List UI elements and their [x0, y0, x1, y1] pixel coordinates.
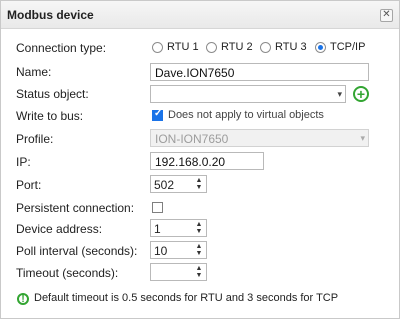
profile-row: Profile: ION-ION7650 ▾ [1, 128, 399, 150]
timeout-spinbox[interactable]: ▲ ▼ [150, 263, 207, 281]
radio-rtu3-label[interactable]: RTU 3 [275, 41, 307, 53]
dialog-title: Modbus device [7, 8, 94, 22]
device-address-value: 1 [154, 222, 161, 236]
poll-interval-spinbox[interactable]: 10 ▲ ▼ [150, 241, 207, 259]
timeout-info-text: Default timeout is 0.5 seconds for RTU a… [34, 292, 339, 304]
poll-interval-value: 10 [154, 244, 168, 258]
add-icon[interactable]: + [353, 86, 369, 102]
ip-input[interactable]: 192.168.0.20 [150, 152, 264, 170]
timeout-decrement-icon[interactable]: ▼ [193, 272, 205, 279]
radio-rtu2-label[interactable]: RTU 2 [221, 41, 253, 53]
name-row: Name: Dave.ION7650 [1, 61, 399, 83]
radio-rtu1-label[interactable]: RTU 1 [167, 41, 199, 53]
chevron-down-icon: ▾ [360, 133, 365, 143]
status-object-row: Status object: ▾ [1, 83, 399, 105]
device-address-increment-icon[interactable]: ▲ [193, 221, 205, 228]
device-address-spinbox[interactable]: 1 ▲ ▼ [150, 219, 207, 237]
radio-rtu2[interactable] [206, 42, 217, 53]
connection-type-row: Connection type: RTU 1 RTU 2 RTU 3 TCP/I… [1, 37, 399, 59]
info-icon: ! [17, 293, 29, 305]
port-decrement-icon[interactable]: ▼ [193, 184, 205, 191]
profile-label: Profile: [16, 132, 54, 146]
port-row: Port: 502 ▲ ▼ [1, 174, 399, 196]
status-object-select[interactable]: ▾ [150, 85, 346, 103]
ip-label: IP: [16, 155, 31, 169]
poll-interval-increment-icon[interactable]: ▲ [193, 243, 205, 250]
persistent-connection-row: Persistent connection: [1, 197, 399, 219]
radio-rtu3[interactable] [260, 42, 271, 53]
close-icon[interactable]: ✕ [380, 9, 393, 22]
radio-tcpip-label[interactable]: TCP/IP [330, 41, 365, 53]
write-to-bus-row: Write to bus: Does not apply to virtual … [1, 105, 399, 127]
port-value: 502 [154, 178, 175, 192]
timeout-increment-icon[interactable]: ▲ [193, 265, 205, 272]
write-to-bus-note: Does not apply to virtual objects [168, 109, 324, 121]
chevron-down-icon: ▾ [337, 89, 342, 99]
persistent-connection-checkbox[interactable] [152, 202, 163, 213]
name-input[interactable]: Dave.ION7650 [150, 63, 369, 81]
ip-row: IP: 192.168.0.20 [1, 151, 399, 173]
timeout-row: Timeout (seconds): ▲ ▼ [1, 262, 399, 284]
port-label: Port: [16, 178, 42, 192]
profile-value: ION-ION7650 [155, 132, 229, 146]
modbus-device-dialog: Modbus device ✕ Connection type: RTU 1 R… [0, 0, 400, 319]
poll-interval-row: Poll interval (seconds): 10 ▲ ▼ [1, 240, 399, 262]
device-address-label: Device address: [16, 222, 103, 236]
radio-rtu1[interactable] [152, 42, 163, 53]
write-to-bus-label: Write to bus: [16, 109, 84, 123]
poll-interval-decrement-icon[interactable]: ▼ [193, 250, 205, 257]
dialog-titlebar: Modbus device ✕ [1, 1, 399, 29]
profile-select: ION-ION7650 ▾ [150, 129, 369, 147]
connection-type-label: Connection type: [16, 41, 107, 55]
port-increment-icon[interactable]: ▲ [193, 177, 205, 184]
timeout-label: Timeout (seconds): [16, 266, 119, 280]
persistent-connection-label: Persistent connection: [16, 201, 135, 215]
device-address-row: Device address: 1 ▲ ▼ [1, 218, 399, 240]
write-to-bus-checkbox[interactable] [152, 108, 163, 121]
poll-interval-label: Poll interval (seconds): [16, 244, 138, 258]
status-object-label: Status object: [16, 87, 89, 101]
name-label: Name: [16, 65, 52, 79]
device-address-decrement-icon[interactable]: ▼ [193, 228, 205, 235]
radio-tcpip[interactable] [315, 42, 326, 53]
port-spinbox[interactable]: 502 ▲ ▼ [150, 175, 207, 193]
